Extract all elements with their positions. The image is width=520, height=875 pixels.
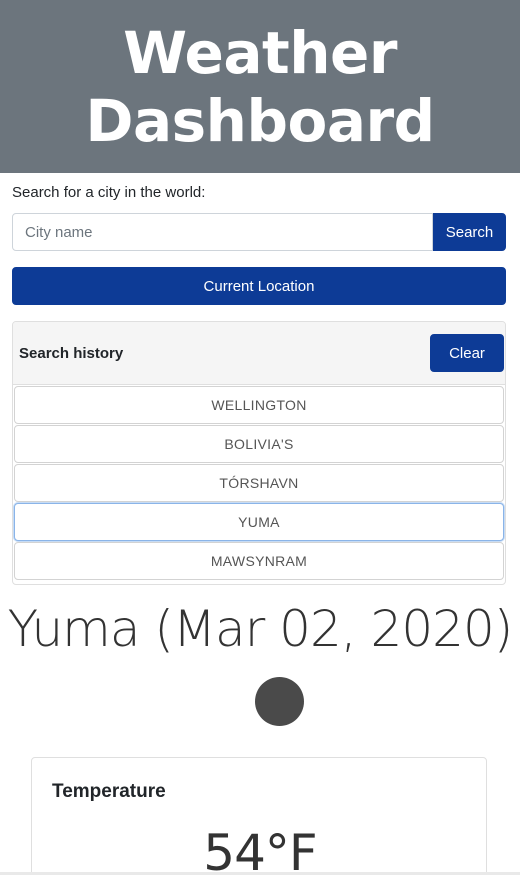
current-location-button[interactable]: Current Location [12,267,506,305]
page-title: Weather Dashboard [85,18,435,155]
history-item-torshavn[interactable]: TÓRSHAVN [14,464,504,502]
app-header: Weather Dashboard [0,0,520,173]
temperature-label: Temperature [52,781,166,802]
current-city-heading: Yuma (Mar 02, 2020) [0,592,520,742]
search-label: Search for a city in the world: [12,184,206,201]
weather-icon [254,677,304,726]
temperature-value: 54°F [203,824,317,875]
history-item-wellington[interactable]: WELLINGTON [14,386,504,424]
search-button[interactable]: Search [433,213,506,251]
history-item-yuma[interactable]: YUMA [14,503,504,541]
city-date-text: Yuma (Mar 02, 2020) [7,600,514,658]
clear-history-button[interactable]: Clear [430,334,504,372]
history-item-bolivias[interactable]: BOLIVIA'S [14,425,504,463]
history-item-mawsynram[interactable]: MAWSYNRAM [14,542,504,580]
city-search-input[interactable] [12,213,433,251]
search-history-header: Search history Clear [13,322,505,385]
search-history-card: Search history Clear WELLINGTON BOLIVIA'… [12,321,506,585]
temperature-card: Temperature 54°F [31,757,487,875]
search-history-list: WELLINGTON BOLIVIA'S TÓRSHAVN YUMA MAWSY… [13,386,505,580]
search-history-title: Search history [19,344,124,362]
